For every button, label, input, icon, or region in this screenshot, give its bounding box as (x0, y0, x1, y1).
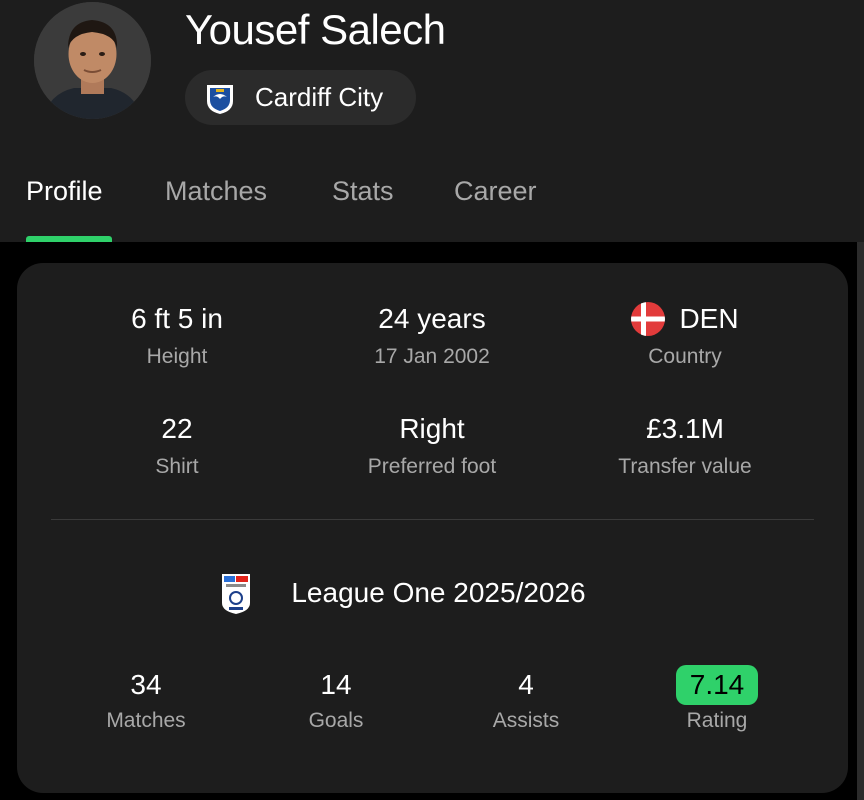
player-avatar (34, 2, 151, 119)
assists-label: Assists (492, 709, 560, 732)
transfer-label: Transfer value (618, 455, 752, 478)
rating-stat: 7.14 Rating (627, 665, 807, 733)
profile-card: 6 ft 5 in Height 24 years 17 Jan 2002 DE… (17, 263, 848, 793)
team-chip[interactable]: Cardiff City (185, 70, 416, 125)
goals-stat: 14 Goals (246, 665, 426, 733)
transfer-cell: £3.1M Transfer value (565, 411, 805, 479)
foot-label: Preferred foot (367, 455, 497, 478)
shirt-label: Shirt (155, 455, 199, 478)
matches-stat: 34 Matches (56, 665, 236, 733)
team-name: Cardiff City (255, 82, 384, 112)
scrollbar[interactable] (857, 242, 864, 800)
tab-career[interactable]: Career (454, 176, 537, 207)
shirt-value: 22 (161, 413, 193, 444)
player-header: Yousef Salech Cardiff City Profile Match… (0, 0, 864, 242)
league-name: League One 2025/2026 (291, 577, 586, 608)
matches-value: 34 (130, 669, 162, 700)
goals-value: 14 (320, 669, 352, 700)
player-name: Yousef Salech (185, 6, 446, 53)
matches-label: Matches (106, 709, 186, 732)
league-row[interactable]: League One 2025/2026 (17, 568, 848, 618)
assists-stat: 4 Assists (436, 665, 616, 733)
tab-bar: Profile Matches Stats Career (0, 160, 864, 242)
country-label: Country (648, 345, 722, 368)
country-value: DEN (679, 303, 739, 334)
height-value: 6 ft 5 in (131, 303, 223, 334)
foot-value: Right (399, 413, 465, 444)
age-cell: 24 years 17 Jan 2002 (312, 301, 552, 369)
cardiff-city-crest-icon (207, 84, 233, 114)
shirt-cell: 22 Shirt (57, 411, 297, 479)
birth-date: 17 Jan 2002 (374, 345, 490, 368)
assists-value: 4 (518, 669, 534, 700)
rating-label: Rating (686, 709, 748, 732)
country-cell: DEN Country (565, 301, 805, 369)
transfer-value: £3.1M (646, 413, 724, 444)
height-label: Height (146, 345, 208, 368)
tab-stats[interactable]: Stats (332, 176, 394, 207)
foot-cell: Right Preferred foot (312, 411, 552, 479)
rating-badge: 7.14 (675, 665, 759, 705)
tab-matches[interactable]: Matches (165, 176, 267, 207)
efl-league-one-logo-icon (222, 574, 251, 614)
tab-profile[interactable]: Profile (26, 176, 103, 207)
denmark-flag-icon (631, 302, 666, 336)
active-tab-indicator (26, 236, 112, 242)
goals-label: Goals (308, 709, 364, 732)
divider (51, 519, 814, 520)
height-cell: 6 ft 5 in Height (57, 301, 297, 369)
age-value: 24 years (378, 303, 486, 334)
